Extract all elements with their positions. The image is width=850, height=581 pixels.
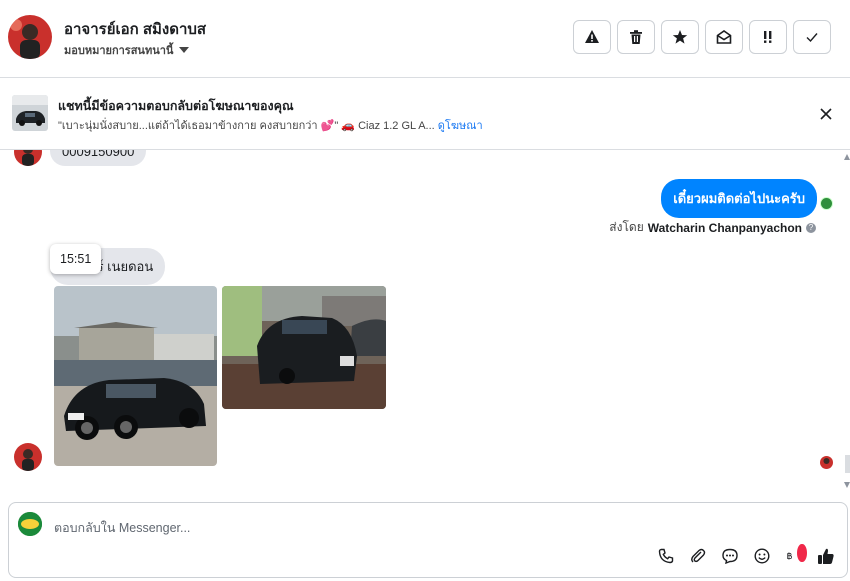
incoming-message-bubble: 0009150900 [50,150,147,166]
contact-message-avatar [14,150,42,166]
reply-input[interactable]: ตอบกลับใน Messenger... [54,518,190,538]
attach-icon[interactable] [689,547,707,565]
phone-icon[interactable] [657,547,675,565]
thumbs-up-icon[interactable] [817,547,835,565]
message-text: เดี๋ยวผมติดต่อไปนะครับ [673,191,805,206]
seen-indicator-avatar [820,197,833,210]
mark-unread-button[interactable] [705,20,743,54]
car-photo-1[interactable] [54,286,217,466]
baht-icon[interactable] [785,544,807,565]
notification-dot [797,544,807,562]
timestamp-tooltip: 15:51 [50,244,102,274]
conversation-header: อาจารย์เอก สมิงดาบส มอบหมายการสนทนานี้ [0,0,850,78]
message-thread[interactable]: 0009150900 เดี๋ยวผมติดต่อไปนะครับ ส่งโดย… [0,150,850,500]
tooltip-time: 15:51 [60,252,92,266]
sent-by-name: Watcharin Chanpanyachon [647,220,802,235]
done-icon [806,33,818,43]
info-icon[interactable]: ? [806,222,816,233]
message-composer[interactable]: ตอบกลับใน Messenger... [8,502,848,578]
ad-thumbnail[interactable] [12,95,48,131]
ad-banner-title: แชทนี้มีข้อความตอบกลับต่อโฆษณาของคุณ [58,99,294,113]
page-avatar [18,512,42,536]
delete-button[interactable] [617,20,655,54]
trash-icon [630,30,642,44]
assign-conversation-dropdown[interactable]: มอบหมายการสนทนานี้ [64,41,190,59]
star-icon [672,30,688,44]
caret-down-icon [179,47,190,53]
ad-reply-banner: แชทนี้มีข้อความตอบกลับต่อโฆษณาของคุณ "เบ… [0,78,850,150]
contact-avatar[interactable] [8,15,52,59]
follow-up-icon [764,31,772,43]
contact-message-avatar [14,443,42,471]
read-receipt-avatar [820,456,833,469]
contact-name[interactable]: อาจารย์เอก สมิงดาบส [64,17,206,41]
warning-icon [585,30,599,43]
composer-actions [657,544,835,565]
sent-by-prefix: ส่งโดย [609,220,644,234]
assign-label: มอบหมายการสนทนานี้ [64,45,174,57]
ad-description-text: "เบาะนุ่มนั่งสบาย...แต่ถ้าได้เธอมาข้างกา… [58,120,435,132]
chat-bubble-icon[interactable] [721,547,739,565]
report-spam-button[interactable] [573,20,611,54]
mark-done-button[interactable] [793,20,831,54]
sent-by-label: ส่งโดย Watcharin Chanpanyachon ? [609,218,816,237]
car-photo-2[interactable] [222,286,386,409]
header-toolbar [573,20,831,54]
outgoing-message-bubble: เดี๋ยวผมติดต่อไปนะครับ [661,179,817,218]
scrollbar[interactable] [844,150,850,500]
emoji-icon[interactable] [753,547,771,565]
star-button[interactable] [661,20,699,54]
close-icon[interactable] [818,106,834,122]
view-ad-link[interactable]: ดูโฆษณา [438,120,483,132]
mark-unread-icon [716,30,732,44]
message-text: 0009150900 [62,150,135,159]
ad-description: "เบาะนุ่มนั่งสบาย...แต่ถ้าได้เธอมาข้างกา… [58,116,483,134]
follow-up-button[interactable] [749,20,787,54]
